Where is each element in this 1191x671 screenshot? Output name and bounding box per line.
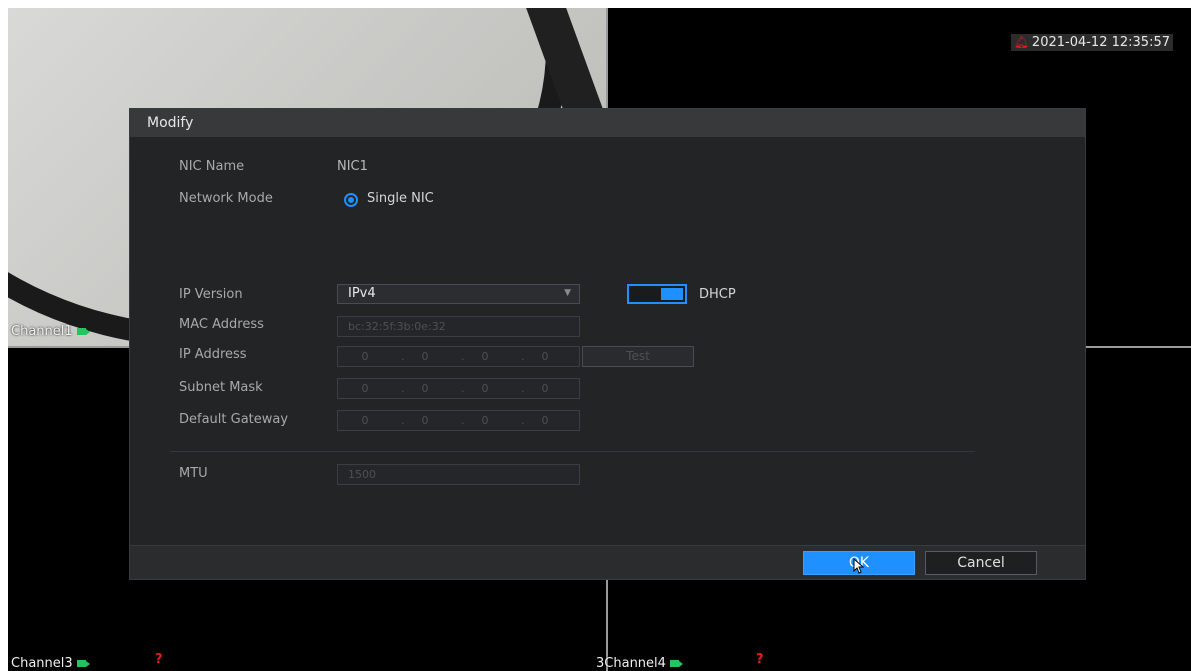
no-signal-question-icon: ? — [756, 652, 764, 667]
nic-name-value: NIC1 — [337, 159, 368, 174]
channel4-name: Channel4 — [604, 656, 666, 671]
subnet-octet-4: 0 — [541, 382, 549, 395]
dialog-footer: OK Cancel — [130, 545, 1085, 579]
gateway-octet-3: 0 — [481, 414, 489, 427]
timestamp-text: 2021-04-12 12:35:57 — [1031, 35, 1170, 50]
ip-version-value: IPv4 — [348, 286, 376, 301]
section-divider — [170, 451, 975, 452]
network-mode-label: Network Mode — [179, 191, 273, 206]
mac-address-label: MAC Address — [179, 317, 264, 332]
ip-address-field[interactable]: 0 . 0 . 0 . 0 — [337, 346, 580, 367]
single-nic-label[interactable]: Single NIC — [367, 191, 434, 206]
cancel-button[interactable]: Cancel — [925, 551, 1037, 575]
record-icon — [76, 660, 90, 667]
dhcp-label: DHCP — [699, 287, 736, 302]
record-icon — [76, 328, 90, 335]
single-nic-radio[interactable] — [344, 193, 358, 207]
no-signal-question-icon: ? — [155, 652, 163, 667]
channel3-name: Channel3 — [11, 656, 73, 671]
test-button[interactable]: Test — [582, 346, 694, 367]
ip-octet-4: 0 — [541, 350, 549, 363]
screen-frame-top — [0, 0, 1191, 8]
chevron-down-icon: ▼ — [564, 288, 571, 298]
ip-address-label: IP Address — [179, 347, 247, 362]
alarm-bell-icon: 🔔︎ — [1013, 35, 1029, 49]
default-gateway-label: Default Gateway — [179, 412, 289, 427]
mtu-value: 1500 — [348, 468, 376, 481]
channel1-name: Channel1 — [11, 324, 73, 339]
channel3-label: Channel3 — [11, 656, 90, 671]
dhcp-toggle[interactable] — [627, 284, 687, 304]
record-icon — [669, 660, 683, 667]
subnet-octet-2: 0 — [421, 382, 429, 395]
subnet-octet-1: 0 — [361, 382, 369, 395]
mac-address-value: bc:32:5f:3b:0e:32 — [348, 320, 446, 333]
subnet-mask-field[interactable]: 0 . 0 . 0 . 0 — [337, 378, 580, 399]
dialog-title: Modify — [130, 109, 1085, 137]
gateway-octet-1: 0 — [361, 414, 369, 427]
channel4-label: 3Channel4 — [596, 656, 683, 671]
channel1-label: Channel1 — [11, 324, 90, 339]
screen-frame-left — [0, 0, 8, 671]
ip-version-label: IP Version — [179, 287, 243, 302]
mtu-label: MTU — [179, 466, 208, 481]
subnet-mask-label: Subnet Mask — [179, 380, 263, 395]
subnet-octet-3: 0 — [481, 382, 489, 395]
ip-octet-3: 0 — [481, 350, 489, 363]
mtu-field[interactable]: 1500 — [337, 464, 580, 485]
toggle-knob — [661, 288, 683, 300]
modify-dialog: Modify NIC Name NIC1 Network Mode Single… — [129, 108, 1086, 580]
gateway-octet-4: 0 — [541, 414, 549, 427]
ip-octet-2: 0 — [421, 350, 429, 363]
default-gateway-field[interactable]: 0 . 0 . 0 . 0 — [337, 410, 580, 431]
gateway-octet-2: 0 — [421, 414, 429, 427]
mouse-cursor-icon — [853, 558, 865, 574]
ip-octet-1: 0 — [361, 350, 369, 363]
mac-address-field[interactable]: bc:32:5f:3b:0e:32 — [337, 316, 580, 337]
nic-name-label: NIC Name — [179, 159, 245, 174]
ip-version-select[interactable]: IPv4 ▼ — [337, 284, 580, 304]
timestamp-display: 🔔︎ 2021-04-12 12:35:57 — [1010, 34, 1173, 51]
